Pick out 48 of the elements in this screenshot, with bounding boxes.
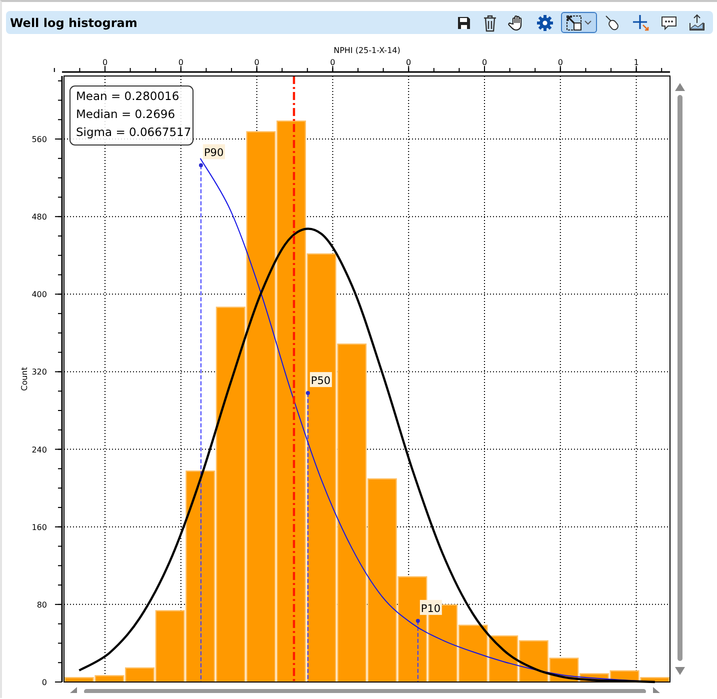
scroll-up-icon[interactable] [675,83,685,91]
axis-tick-label: 0 [254,58,260,67]
scroll-right-icon[interactable] [653,687,660,693]
percentile-point [198,163,203,168]
percentile-point [306,391,310,396]
axis-tick-label: 0 [42,678,47,687]
axis-tick-label: 1 [634,58,639,67]
zoom-box-icon [564,12,594,32]
axis-tick-label: 0 [482,58,488,67]
settings-icon [536,14,554,32]
percentile-label: P10 [420,600,442,615]
scroll-down-icon[interactable] [675,667,685,675]
axis-tick-label: 80 [36,600,47,610]
zoom-button[interactable] [561,12,597,33]
panel-title: Well log histogram [10,16,138,30]
trash-icon [482,14,498,32]
annotation: P10 [420,602,441,615]
histogram-bar [458,624,488,683]
axis-tick-label: 0 [102,58,108,67]
axis-tick-label: 160 [32,522,47,532]
axis-title: Count [20,367,29,391]
axis-tick-label: 0 [330,58,336,67]
stat-text: Sigma = 0.0667517 [76,125,192,139]
comment-icon [660,14,678,32]
axis-tick-label: 560 [32,135,47,144]
scroll-bar[interactable] [678,95,682,661]
scroll-bar[interactable] [84,689,646,693]
stat-text: Mean = 0.280016 [76,89,180,103]
stat-text: Median = 0.2696 [76,107,176,121]
save-icon [456,14,472,30]
percentile-line [417,620,418,682]
annotation: P90 [204,147,224,160]
percentile-label: P90 [202,144,225,160]
axis-tick-label: 0 [558,58,563,67]
axis-tick-label: 480 [32,212,47,222]
axis-title: NPHI (25-1-X-14) [334,46,400,55]
export-icon [688,14,706,32]
axis-tick-label: 0 [406,58,412,67]
scroll-left-icon[interactable] [70,687,77,693]
axis-tick-label: 400 [32,290,47,300]
crosshair-icon [632,14,650,32]
annotation: P50 [310,375,331,388]
percentile-point [416,618,420,623]
axis-tick-label: 0 [178,58,184,67]
histogram-bar [488,635,518,683]
axis-tick-label: 320 [32,368,47,377]
percentile-label: P50 [310,372,332,388]
axis-tick-label: 240 [32,445,47,454]
